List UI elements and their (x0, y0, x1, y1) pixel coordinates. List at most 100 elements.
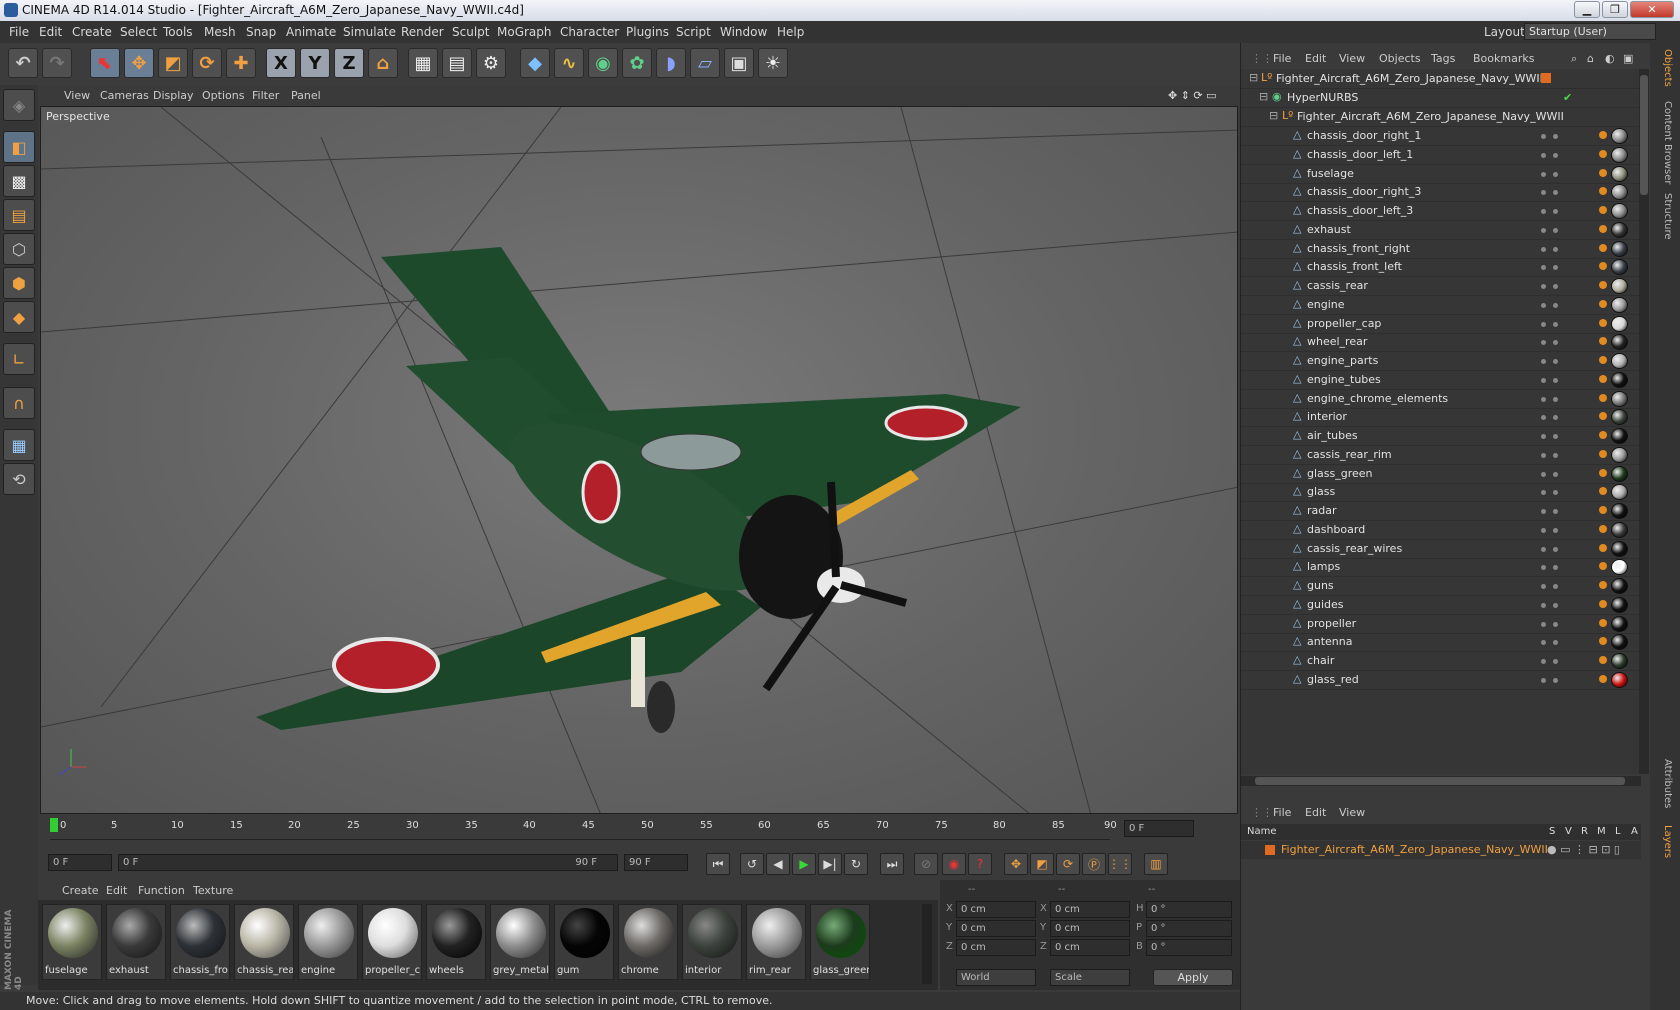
visibility-render-dot[interactable] (1553, 340, 1558, 346)
visibility-render-dot[interactable] (1553, 265, 1558, 271)
deformer-icon[interactable]: ◗ (656, 48, 686, 78)
material-menu-texture[interactable]: Texture (193, 884, 233, 897)
phong-tag-icon[interactable] (1599, 168, 1607, 177)
visibility-render-dot[interactable] (1553, 209, 1558, 214)
visibility-editor-dot[interactable] (1541, 227, 1546, 233)
phong-tag-icon[interactable] (1599, 412, 1607, 421)
tree-row[interactable]: △ engine_chrome_elements (1241, 389, 1641, 409)
phong-tag-icon[interactable] (1599, 599, 1607, 608)
size-y-field[interactable]: 0 cm (1050, 920, 1130, 937)
axis-mode-icon[interactable]: ∟ (3, 343, 35, 375)
material-scrollbar[interactable] (922, 904, 932, 984)
material-item[interactable]: interior (682, 904, 742, 980)
tab-layers[interactable]: Layers (1657, 825, 1673, 858)
workplane-icon[interactable]: ▤ (3, 199, 35, 231)
scroll-thumb[interactable] (1640, 75, 1648, 195)
phong-tag-icon[interactable] (1599, 187, 1607, 196)
world-coords-icon[interactable]: ⌂ (368, 48, 398, 78)
phong-tag-icon[interactable] (1599, 262, 1607, 271)
visibility-editor-dot[interactable] (1541, 134, 1546, 139)
render-settings-icon[interactable]: ⚙ (476, 48, 506, 78)
material-tag-icon[interactable] (1611, 165, 1628, 182)
object-tree-scrollbar[interactable] (1639, 69, 1649, 774)
visibility-editor-dot[interactable] (1541, 452, 1546, 458)
phong-tag-icon[interactable] (1599, 149, 1607, 158)
phong-tag-icon[interactable] (1599, 393, 1607, 402)
locked-workplane-icon[interactable]: ▦ (3, 429, 35, 461)
objects-menu-objects[interactable]: Objects (1379, 52, 1421, 65)
search-icon[interactable]: ⌕ (1571, 52, 1577, 66)
material-tag-icon[interactable] (1611, 240, 1628, 257)
redo-icon[interactable]: ↷ (42, 48, 72, 78)
phong-tag-icon[interactable] (1599, 224, 1607, 233)
material-item[interactable]: glass_green (810, 904, 870, 980)
record-keys-disabled-icon[interactable]: ⊘ (914, 853, 938, 875)
key-rotation-icon[interactable]: ⟳ (1056, 853, 1080, 875)
next-key-icon[interactable]: ↻ (844, 853, 868, 875)
menu-create[interactable]: Create (72, 25, 112, 39)
rotation-p-field[interactable]: 0 ° (1146, 920, 1232, 937)
menu-tools[interactable]: Tools (163, 25, 193, 39)
visibility-render-dot[interactable] (1553, 565, 1558, 571)
visibility-editor-dot[interactable] (1541, 340, 1546, 346)
material-item[interactable]: chassis_rea (234, 904, 294, 980)
objects-menu-view[interactable]: View (1339, 52, 1365, 65)
enabled-check-icon[interactable]: ✔ (1563, 91, 1572, 104)
planar-workplane-icon[interactable]: ⟲ (3, 463, 35, 495)
play-forward-icon[interactable]: ▶ (792, 853, 816, 875)
phong-tag-icon[interactable] (1599, 243, 1607, 252)
material-item[interactable]: gum (554, 904, 614, 980)
viewport-nav-icons[interactable]: ✥ ⇕ ⟳ ▭ (1168, 89, 1217, 102)
go-to-end-icon[interactable]: ⏭ (880, 853, 904, 875)
phong-tag-icon[interactable] (1599, 131, 1607, 139)
visibility-editor-dot[interactable] (1541, 509, 1546, 514)
scale-mode-select[interactable]: Scale (1050, 969, 1130, 986)
menu-render[interactable]: Render (401, 25, 444, 39)
size-z-field[interactable]: 0 cm (1050, 939, 1130, 956)
maximize-button[interactable]: ❐ (1602, 1, 1628, 18)
layer-row[interactable]: Fighter_Aircraft_A6M_Zero_Japanese_Navy_… (1241, 841, 1641, 859)
visibility-editor-dot[interactable] (1541, 359, 1546, 364)
collapse-icon[interactable]: ⊟ (1269, 110, 1281, 122)
viewport-menu-cameras[interactable]: Cameras (100, 89, 149, 102)
tree-row[interactable]: △ cassis_rear_wires (1241, 539, 1641, 559)
material-tag-icon[interactable] (1611, 484, 1628, 501)
material-tag-icon[interactable] (1611, 559, 1628, 576)
array-icon[interactable]: ✿ (622, 48, 652, 78)
material-item[interactable]: wheels (426, 904, 486, 980)
visibility-editor-dot[interactable] (1541, 190, 1546, 196)
layout-select[interactable]: Startup (User) (1524, 23, 1656, 40)
tree-row[interactable]: △ cassis_rear_rim (1241, 445, 1641, 465)
visibility-editor-dot[interactable] (1541, 152, 1546, 158)
layers-menu-edit[interactable]: Edit (1305, 806, 1326, 819)
visibility-render-dot[interactable] (1553, 527, 1558, 533)
record-active-icon[interactable]: ◉ (942, 853, 966, 875)
camera-icon[interactable]: ▣ (724, 48, 754, 78)
material-tag-icon[interactable] (1611, 446, 1628, 463)
phong-tag-icon[interactable] (1599, 356, 1607, 364)
tree-row[interactable]: △ chair (1241, 651, 1641, 671)
key-position-icon[interactable]: ✥ (1004, 853, 1028, 875)
material-tag-icon[interactable] (1611, 465, 1628, 482)
live-selection-icon[interactable]: ⬉ (90, 48, 120, 78)
home-icon[interactable]: ⌂ (1587, 52, 1594, 65)
apply-button[interactable]: Apply (1153, 969, 1233, 986)
visibility-editor-dot[interactable] (1541, 171, 1546, 177)
tree-row[interactable]: △ cassis_rear (1241, 276, 1641, 296)
material-tag-icon[interactable] (1611, 540, 1628, 557)
phong-tag-icon[interactable] (1599, 637, 1607, 646)
visibility-editor-dot[interactable] (1541, 321, 1546, 327)
material-tag-icon[interactable] (1611, 615, 1628, 632)
visibility-editor-dot[interactable] (1541, 246, 1546, 252)
current-frame-field[interactable]: 0 F (48, 854, 112, 871)
material-menu-edit[interactable]: Edit (106, 884, 127, 897)
minimize-button[interactable]: ▁ (1574, 1, 1600, 18)
material-tag-icon[interactable] (1611, 578, 1628, 594)
airplane-model[interactable] (256, 247, 1021, 733)
phong-tag-icon[interactable] (1599, 337, 1607, 346)
phong-tag-icon[interactable] (1599, 487, 1607, 496)
visibility-editor-dot[interactable] (1541, 396, 1546, 402)
visibility-editor-dot[interactable] (1541, 565, 1546, 571)
visibility-editor-dot[interactable] (1541, 377, 1546, 383)
visibility-render-dot[interactable] (1553, 602, 1558, 608)
